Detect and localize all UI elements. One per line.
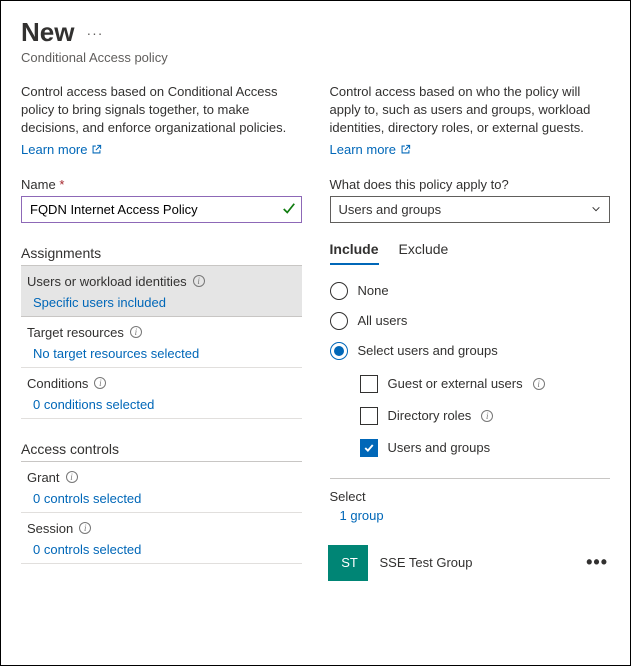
page-title: New — [21, 17, 74, 48]
tab-exclude[interactable]: Exclude — [399, 235, 449, 265]
radio-all-users[interactable]: All users — [330, 306, 611, 336]
check-directory-roles[interactable]: Directory roles i — [360, 400, 611, 432]
check-users-groups[interactable]: Users and groups — [360, 432, 611, 464]
apply-to-dropdown[interactable]: Users and groups — [330, 196, 611, 223]
header-more-button[interactable]: ··· — [86, 25, 103, 41]
tab-include[interactable]: Include — [330, 235, 379, 265]
group-more-button[interactable]: ••• — [586, 552, 608, 573]
learn-more-link-left[interactable]: Learn more — [21, 142, 102, 157]
checkmark-icon — [282, 202, 296, 216]
avatar: ST — [332, 545, 368, 581]
info-icon[interactable]: i — [94, 377, 106, 389]
assignments-header: Assignments — [21, 245, 302, 266]
target-resources-row[interactable]: Target resources i No target resources s… — [21, 317, 302, 368]
info-icon[interactable]: i — [533, 378, 545, 390]
group-name: SSE Test Group — [380, 555, 575, 570]
session-value[interactable]: 0 controls selected — [27, 542, 296, 557]
name-input[interactable] — [21, 196, 302, 223]
conditions-row[interactable]: Conditions i 0 conditions selected — [21, 368, 302, 419]
radio-none[interactable]: None — [330, 276, 611, 306]
page-subtitle: Conditional Access policy — [21, 50, 610, 65]
check-guest-external[interactable]: Guest or external users i — [360, 368, 611, 400]
target-resources-value[interactable]: No target resources selected — [27, 346, 296, 361]
selected-group-item[interactable]: ST SSE Test Group ••• — [330, 541, 611, 585]
apply-to-label: What does this policy apply to? — [330, 177, 611, 192]
conditions-value[interactable]: 0 conditions selected — [27, 397, 296, 412]
external-link-icon — [91, 144, 102, 155]
info-icon[interactable]: i — [193, 275, 205, 287]
users-workload-row[interactable]: Users or workload identities i Specific … — [21, 266, 302, 317]
select-label: Select — [330, 489, 611, 504]
session-row[interactable]: Session i 0 controls selected — [21, 513, 302, 564]
info-icon[interactable]: i — [481, 410, 493, 422]
chevron-down-icon — [591, 204, 601, 214]
radio-select-users[interactable]: Select users and groups — [330, 336, 611, 366]
name-label: Name * — [21, 177, 302, 192]
access-controls-header: Access controls — [21, 441, 302, 462]
learn-more-link-right[interactable]: Learn more — [330, 142, 411, 157]
grant-row[interactable]: Grant i 0 controls selected — [21, 462, 302, 513]
external-link-icon — [400, 144, 411, 155]
info-icon[interactable]: i — [66, 471, 78, 483]
grant-value[interactable]: 0 controls selected — [27, 491, 296, 506]
left-description: Control access based on Conditional Acce… — [21, 83, 302, 138]
info-icon[interactable]: i — [130, 326, 142, 338]
info-icon[interactable]: i — [79, 522, 91, 534]
checkmark-icon — [363, 442, 375, 454]
users-workload-value[interactable]: Specific users included — [27, 295, 296, 310]
select-value-link[interactable]: 1 group — [330, 508, 611, 523]
right-description: Control access based on who the policy w… — [330, 83, 611, 138]
